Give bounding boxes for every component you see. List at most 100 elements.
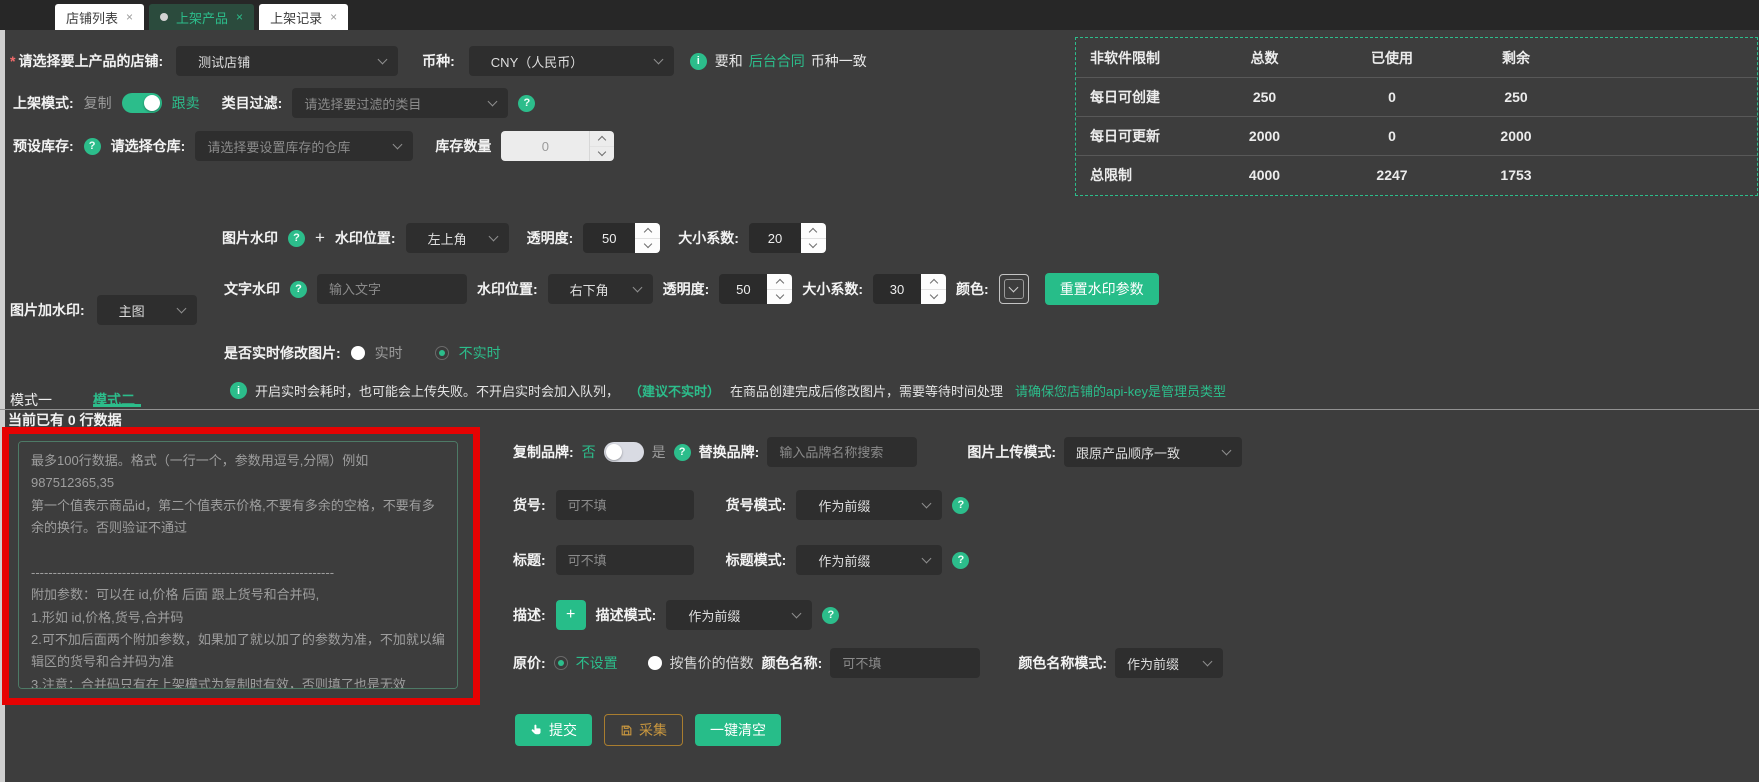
shop-label: 请选择要上产品的店铺: bbox=[18, 51, 163, 71]
radio-price-multiple[interactable] bbox=[648, 656, 662, 670]
help-icon[interactable]: ? bbox=[952, 497, 969, 514]
help-icon[interactable]: ? bbox=[288, 230, 305, 247]
text-wm-opacity-stepper[interactable]: 50 bbox=[719, 274, 792, 304]
image-wm-position-select[interactable]: 左上角 bbox=[406, 223, 509, 253]
spin-buttons[interactable] bbox=[767, 274, 792, 304]
close-icon[interactable]: × bbox=[126, 11, 133, 23]
chevron-down-icon bbox=[1009, 283, 1019, 293]
size-value[interactable]: 30 bbox=[873, 274, 921, 304]
radio-price-none-label[interactable]: 不设置 bbox=[576, 653, 618, 673]
color-name-input[interactable] bbox=[830, 648, 980, 678]
chevron-down-icon bbox=[632, 283, 642, 293]
sku-input[interactable] bbox=[556, 490, 694, 520]
tab-list-product[interactable]: 上架产品 × bbox=[149, 4, 254, 30]
reset-watermark-button[interactable]: 重置水印参数 bbox=[1045, 273, 1159, 305]
radio-not-realtime-label[interactable]: 不实时 bbox=[459, 343, 501, 363]
help-icon[interactable]: ? bbox=[822, 607, 839, 624]
radio-not-realtime[interactable] bbox=[435, 346, 449, 360]
batch-data-textarea[interactable] bbox=[18, 441, 458, 689]
spin-buttons[interactable] bbox=[635, 223, 660, 253]
image-wm-size-stepper[interactable]: 20 bbox=[749, 223, 826, 253]
listing-mode-toggle[interactable] bbox=[122, 93, 162, 113]
shop-select[interactable]: 测试店铺 bbox=[176, 46, 398, 76]
stock-qty-label: 库存数量 bbox=[435, 136, 491, 156]
stock-qty-stepper[interactable]: 0 bbox=[501, 131, 614, 161]
spin-down-icon[interactable] bbox=[809, 240, 817, 248]
warehouse-select[interactable]: 请选择要设置库存的仓库 bbox=[195, 131, 413, 161]
backend-contract-link[interactable]: 后台合同 bbox=[749, 51, 805, 71]
color-select[interactable] bbox=[999, 274, 1029, 304]
help-icon[interactable]: ? bbox=[84, 138, 101, 155]
spin-buttons[interactable] bbox=[801, 223, 826, 253]
radio-price-multiple-label[interactable]: 按售价的倍数 bbox=[670, 653, 754, 673]
stock-qty-value[interactable]: 0 bbox=[501, 131, 589, 161]
size-value[interactable]: 20 bbox=[749, 223, 801, 253]
image-watermark-row: 图片水印 ? + 水印位置: 左上角 透明度: 50 大小系数: 20 bbox=[222, 223, 826, 253]
image-upload-mode-select[interactable]: 跟原产品顺序一致 bbox=[1064, 437, 1242, 467]
annotation-red-box bbox=[2, 427, 480, 705]
color-name-label: 颜色名称: bbox=[762, 653, 823, 673]
toggle-knob bbox=[606, 444, 622, 460]
radio-price-none[interactable] bbox=[554, 656, 568, 670]
mode-follow-label[interactable]: 跟卖 bbox=[172, 93, 200, 113]
title-mode-select[interactable]: 作为前缀 bbox=[796, 545, 942, 575]
help-icon[interactable]: ? bbox=[674, 444, 691, 461]
radio-realtime-label[interactable]: 实时 bbox=[375, 343, 403, 363]
text-watermark-label: 文字水印 bbox=[224, 279, 280, 299]
copy-brand-label: 复制品牌: bbox=[513, 442, 574, 462]
close-icon[interactable]: × bbox=[330, 11, 337, 23]
close-icon[interactable]: × bbox=[236, 11, 243, 23]
radio-realtime[interactable] bbox=[351, 346, 365, 360]
spin-up-icon[interactable] bbox=[929, 279, 937, 287]
spin-down-icon[interactable] bbox=[644, 240, 652, 248]
spin-up-icon[interactable] bbox=[776, 279, 784, 287]
warehouse-label: 请选择仓库: bbox=[111, 136, 186, 156]
table-row-cell: 250 bbox=[1456, 77, 1576, 116]
brand-yes-label[interactable]: 是 bbox=[652, 442, 666, 462]
spin-up-icon[interactable] bbox=[809, 228, 817, 236]
spin-buttons[interactable] bbox=[921, 274, 946, 304]
brand-no-label[interactable]: 否 bbox=[582, 442, 596, 462]
opacity-value[interactable]: 50 bbox=[583, 223, 635, 253]
category-filter-select[interactable]: 请选择要过滤的类目 bbox=[292, 88, 508, 118]
submit-button[interactable]: 提交 bbox=[515, 714, 592, 746]
color-name-mode-select[interactable]: 作为前缀 bbox=[1115, 648, 1223, 678]
help-icon[interactable]: ? bbox=[290, 281, 307, 298]
spin-up-icon[interactable] bbox=[598, 136, 606, 144]
help-icon[interactable]: ? bbox=[952, 552, 969, 569]
watermark-text-input[interactable] bbox=[317, 274, 467, 304]
image-wm-opacity-stepper[interactable]: 50 bbox=[583, 223, 660, 253]
mode-copy-label[interactable]: 复制 bbox=[84, 93, 112, 113]
replace-brand-input[interactable] bbox=[767, 437, 917, 467]
spin-down-icon[interactable] bbox=[929, 291, 937, 299]
preset-stock-label: 预设库存: bbox=[13, 136, 74, 156]
tab-label: 上架产品 bbox=[176, 8, 228, 27]
clear-all-button[interactable]: 一键清空 bbox=[695, 714, 781, 746]
sku-mode-select[interactable]: 作为前缀 bbox=[796, 490, 942, 520]
copy-brand-toggle[interactable] bbox=[604, 442, 644, 462]
stock-qty-spin-buttons[interactable] bbox=[589, 131, 614, 161]
watermark-target-select[interactable]: 主图 bbox=[97, 295, 197, 325]
add-description-button[interactable]: + bbox=[556, 600, 586, 630]
chevron-down-icon bbox=[1203, 657, 1213, 667]
spin-down-icon[interactable] bbox=[776, 291, 784, 299]
text-wm-size-stepper[interactable]: 30 bbox=[873, 274, 946, 304]
currency-select[interactable]: CNY（人民币） bbox=[469, 46, 674, 76]
tab-list-record[interactable]: 上架记录 × bbox=[259, 4, 348, 30]
tab-mode-two[interactable]: 模式二 bbox=[93, 390, 135, 410]
chevron-down-icon bbox=[1222, 446, 1232, 456]
spin-down-icon[interactable] bbox=[598, 148, 606, 156]
text-wm-position-select[interactable]: 右下角 bbox=[548, 274, 653, 304]
apikey-admin-link[interactable]: 请确保您店铺的api-key是管理员类型 bbox=[1015, 381, 1226, 400]
tab-label: 店铺列表 bbox=[66, 8, 118, 27]
description-mode-select[interactable]: 作为前缀 bbox=[666, 600, 812, 630]
add-watermark-image-button[interactable]: + bbox=[315, 228, 325, 248]
tab-mode-one[interactable]: 模式一 bbox=[10, 390, 52, 410]
opacity-value[interactable]: 50 bbox=[719, 274, 767, 304]
title-input[interactable] bbox=[556, 545, 694, 575]
collect-button[interactable]: 采集 bbox=[604, 714, 683, 746]
spin-up-icon[interactable] bbox=[644, 228, 652, 236]
tab-shop-list[interactable]: 店铺列表 × bbox=[55, 4, 144, 30]
table-row-cell: 1753 bbox=[1456, 155, 1576, 194]
help-icon[interactable]: ? bbox=[518, 95, 535, 112]
